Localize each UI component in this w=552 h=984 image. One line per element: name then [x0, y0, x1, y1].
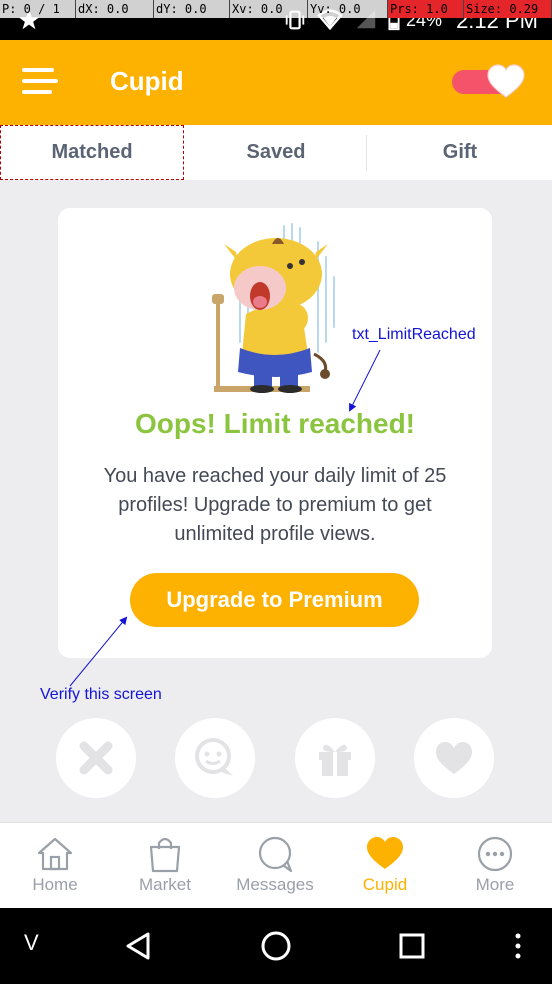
nav-market-label: Market	[139, 875, 191, 894]
nav-more-label: More	[475, 875, 515, 894]
limit-reached-message: You have reached your daily limit of 25 …	[103, 465, 447, 545]
shocked-cow-mascot-illustration	[212, 223, 335, 393]
debug-dx: dX: 0.0	[76, 0, 154, 18]
bottom-navigation: Home Market Messages Cupid More	[0, 822, 552, 908]
nav-cupid-label: Cupid	[362, 875, 408, 894]
chat-icon	[195, 738, 233, 776]
close-icon	[79, 741, 113, 775]
nav-home[interactable]: Home	[0, 823, 110, 909]
dismiss-button[interactable]	[56, 718, 136, 798]
annotation-label-limit: txt_LimitReached	[352, 326, 476, 343]
debug-yv: Yv: 0.0	[308, 0, 388, 18]
page-title: Cupid	[110, 66, 184, 96]
keyboard-switch-key[interactable]: V	[24, 930, 39, 956]
system-navigation-bar: V	[0, 908, 552, 984]
hamburger-menu-icon[interactable]	[22, 68, 58, 96]
overflow-menu-icon[interactable]	[506, 908, 530, 984]
chat-bubble-icon	[258, 836, 293, 873]
pointer-debug-overlay: P: 0 / 1 dX: 0.0 dY: 0.0 Xv: 0.0 Yv: 0.0…	[0, 0, 552, 18]
heart-icon	[487, 64, 525, 98]
tab-saved[interactable]: Saved	[184, 125, 368, 180]
upgrade-to-premium-button[interactable]: Upgrade to Premium	[130, 573, 419, 627]
recents-icon[interactable]	[392, 908, 432, 984]
tab-gift[interactable]: Gift	[368, 125, 552, 180]
send-gift-button[interactable]	[295, 718, 375, 798]
cupid-visibility-toggle[interactable]	[452, 64, 525, 98]
nav-cupid[interactable]: Cupid	[330, 823, 440, 909]
gift-icon	[319, 744, 351, 776]
cupid-tabs: Matched Saved Gift	[0, 125, 552, 180]
annotation-label-verify: Verify this screen	[40, 686, 162, 703]
home-icon	[37, 837, 73, 871]
back-icon[interactable]	[118, 908, 158, 984]
nav-messages-label: Messages	[236, 875, 314, 894]
debug-pointer: P: 0 / 1	[0, 0, 76, 18]
app-bar: Cupid	[0, 40, 552, 125]
shopping-bag-icon	[149, 837, 181, 873]
heart-icon	[367, 837, 403, 869]
debug-pressure: Prs: 1.0	[388, 0, 464, 18]
tab-matched[interactable]: Matched	[0, 125, 184, 180]
tab-divider	[366, 135, 367, 171]
nav-messages[interactable]: Messages	[220, 823, 330, 909]
like-button[interactable]	[414, 718, 494, 798]
chat-button[interactable]	[175, 718, 255, 798]
debug-size: Size: 0.29	[464, 0, 552, 18]
limit-reached-heading: Oops! Limit reached!	[134, 408, 416, 439]
home-circle-icon[interactable]	[254, 908, 298, 984]
debug-dy: dY: 0.0	[154, 0, 230, 18]
debug-xv: Xv: 0.0	[230, 0, 308, 18]
nav-market[interactable]: Market	[110, 823, 220, 909]
nav-home-label: Home	[32, 875, 78, 894]
limit-reached-card: Oops! Limit reached! You have reached yo…	[58, 208, 492, 658]
nav-more[interactable]: More	[440, 823, 550, 909]
heart-icon	[436, 742, 472, 774]
more-icon	[477, 836, 513, 872]
status-bar: 24% 2:12 PM P: 0 / 1 dX: 0.0 dY: 0.0 Xv:…	[0, 0, 552, 40]
